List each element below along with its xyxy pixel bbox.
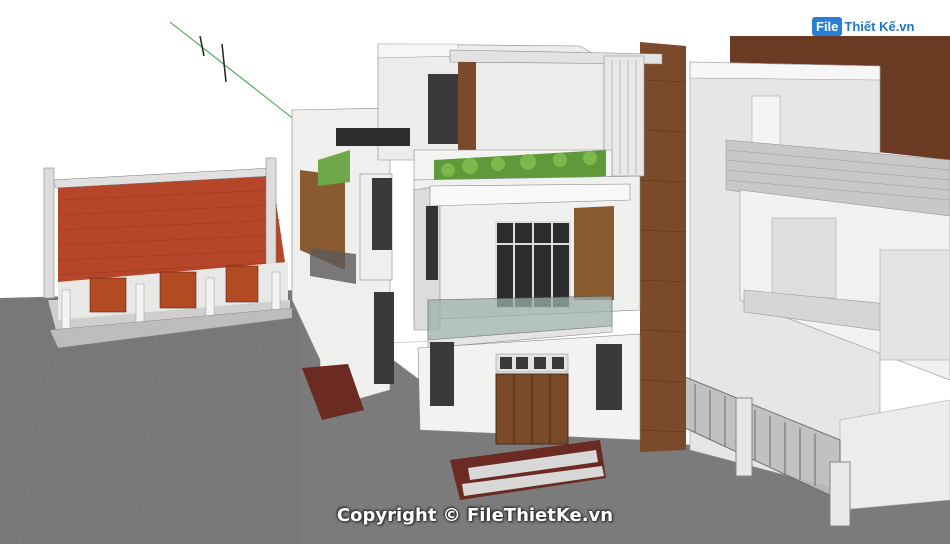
render-scene: File Thiết Kế.vn Copyright © FileThietKe…: [0, 0, 950, 544]
copyright-watermark: Copyright © FileThietKe.vn: [336, 505, 614, 526]
wood-column: [640, 42, 686, 452]
tiled-roof-house: [43, 157, 293, 349]
logo-file-text: File: [812, 16, 843, 36]
house-illustration: [0, 0, 950, 544]
logo-name-text: Thiết Kế.vn: [844, 18, 915, 34]
wood-panel: [574, 206, 614, 300]
site-logo: File Thiết Kế.vn: [812, 14, 914, 38]
